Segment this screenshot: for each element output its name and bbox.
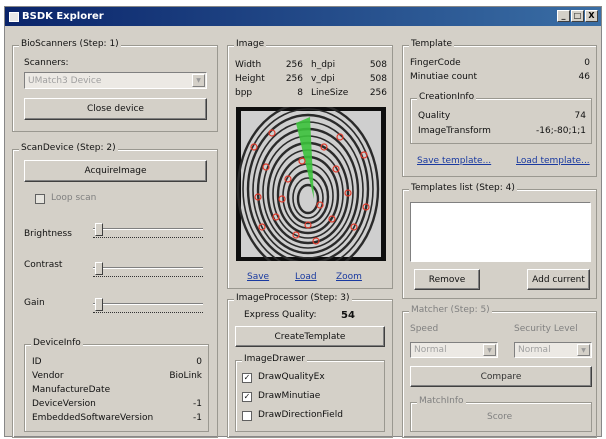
- close-device-button[interactable]: Close device: [24, 98, 207, 120]
- scanners-label: Scanners:: [24, 58, 69, 68]
- image-title: Image: [234, 39, 267, 49]
- brightness-slider[interactable]: [93, 223, 203, 241]
- app-icon: [9, 11, 19, 22]
- create-template-button[interactable]: CreateTemplate: [235, 326, 385, 347]
- draw-direction-checkbox[interactable]: [242, 411, 252, 421]
- transform-row: ImageTransform -16;-80;1;1: [418, 126, 586, 136]
- security-level-label: Security Level: [514, 324, 578, 334]
- quality-row: Quality 74: [418, 111, 586, 121]
- bioscanners-title: BioScanners (Step: 1): [19, 39, 121, 49]
- draw-quality-label: DrawQualityEx: [258, 372, 325, 382]
- express-quality-label: Express Quality:: [244, 310, 317, 320]
- templates-list-title: Templates list (Step: 4): [409, 183, 517, 193]
- save-image-link[interactable]: Save: [247, 272, 269, 282]
- gain-label: Gain: [24, 298, 45, 308]
- matchinfo-group: MatchInfo Score: [410, 396, 592, 432]
- title-bar: BSDK Explorer _ □ X: [5, 7, 601, 26]
- load-template-link[interactable]: Load template...: [516, 156, 590, 166]
- deviceinfo-row: ManufactureDate: [32, 385, 111, 395]
- loop-scan-checkbox[interactable]: [35, 194, 45, 204]
- imageprocessor-title: ImageProcessor (Step: 3): [234, 293, 352, 303]
- gain-slider[interactable]: [93, 298, 203, 316]
- matcher-title: Matcher (Step: 5): [409, 305, 492, 315]
- speed-label: Speed: [410, 324, 439, 334]
- image-info-row: bpp 8 LineSize 256: [235, 88, 387, 98]
- security-level-select[interactable]: Normal ▼: [514, 342, 592, 358]
- draw-minutiae-label: DrawMinutiae: [258, 391, 321, 401]
- express-quality-value: 54: [341, 310, 355, 321]
- image-group: Image Width 256 h_dpi 508 Height 256 v_dpi 508…: [227, 39, 393, 289]
- template-group: Template FingerCode 0 Minutiae count 46 Cr…: [402, 39, 597, 177]
- contrast-slider[interactable]: [93, 262, 203, 280]
- image-info-row: Height 256 v_dpi 508: [235, 74, 387, 84]
- speed-value: Normal: [414, 345, 447, 355]
- imagedrawer-group: ImageDrawer ✓ DrawQualityEx ✓ DrawMinuti…: [235, 354, 385, 432]
- imagedrawer-title: ImageDrawer: [242, 354, 307, 364]
- add-current-button[interactable]: Add current: [527, 269, 590, 290]
- score-label: Score: [487, 412, 513, 422]
- fingerprint-image: [236, 107, 386, 261]
- imageprocessor-group: ImageProcessor (Step: 3) Express Quality…: [227, 293, 393, 438]
- deviceinfo-title: DeviceInfo: [31, 338, 83, 348]
- deviceinfo-row: ID 0: [32, 357, 202, 367]
- remove-button[interactable]: Remove: [414, 269, 480, 290]
- window-title: BSDK Explorer: [22, 11, 104, 22]
- matchinfo-title: MatchInfo: [417, 396, 466, 406]
- fingercode-row: FingerCode 0: [410, 58, 590, 68]
- contrast-label: Contrast: [24, 260, 63, 270]
- deviceinfo-group: DeviceInfo ID 0 Vendor BioLink Manufacture…: [24, 338, 209, 432]
- templates-list-group: Templates list (Step: 4) Remove Add curr…: [402, 183, 597, 299]
- deviceinfo-row: EmbeddedSoftwareVersion -1: [32, 413, 202, 423]
- minutiae-count-row: Minutiae count 46: [410, 72, 590, 82]
- save-template-link[interactable]: Save template...: [417, 156, 491, 166]
- matcher-group: Matcher (Step: 5) Speed Security Level N…: [402, 305, 597, 438]
- deviceinfo-row: Vendor BioLink: [32, 371, 202, 381]
- load-image-link[interactable]: Load: [295, 272, 317, 282]
- scanner-value: UMatch3 Device: [28, 75, 102, 86]
- maximize-button[interactable]: □: [571, 10, 584, 22]
- template-title: Template: [409, 39, 455, 49]
- loop-scan-label: Loop scan: [51, 193, 97, 203]
- speed-select[interactable]: Normal ▼: [410, 342, 498, 358]
- security-level-value: Normal: [518, 345, 551, 355]
- draw-direction-label: DrawDirectionField: [258, 410, 343, 420]
- scandevice-title: ScanDevice (Step: 2): [19, 143, 118, 153]
- brightness-thumb[interactable]: [95, 223, 103, 236]
- draw-minutiae-checkbox[interactable]: ✓: [242, 392, 252, 402]
- draw-quality-checkbox[interactable]: ✓: [242, 373, 252, 383]
- bioscanners-group: BioScanners (Step: 1) Scanners: UMatch3 …: [12, 39, 218, 132]
- dropdown-arrow-icon: ▼: [577, 344, 590, 356]
- scanner-select[interactable]: UMatch3 Device ▼: [24, 72, 207, 89]
- close-window-button[interactable]: X: [585, 10, 598, 22]
- image-info-row: Width 256 h_dpi 508: [235, 60, 387, 70]
- creationinfo-title: CreationInfo: [417, 92, 477, 102]
- scandevice-group: ScanDevice (Step: 2) AcquireImage Loop s…: [12, 143, 218, 438]
- gain-thumb[interactable]: [95, 298, 103, 311]
- minimize-button[interactable]: _: [557, 10, 570, 22]
- main-window: BSDK Explorer _ □ X BioScanners (Step: 1…: [4, 6, 602, 438]
- compare-button[interactable]: Compare: [410, 366, 592, 387]
- contrast-thumb[interactable]: [95, 262, 103, 275]
- brightness-label: Brightness: [24, 229, 72, 239]
- acquire-image-button[interactable]: AcquireImage: [24, 160, 207, 182]
- dropdown-arrow-icon: ▼: [192, 74, 205, 87]
- templates-listbox[interactable]: [410, 202, 591, 262]
- dropdown-arrow-icon: ▼: [483, 344, 496, 356]
- zoom-image-link[interactable]: Zoom: [336, 272, 362, 282]
- deviceinfo-row: DeviceVersion -1: [32, 399, 202, 409]
- creationinfo-group: CreationInfo Quality 74 ImageTransform -16…: [410, 92, 592, 144]
